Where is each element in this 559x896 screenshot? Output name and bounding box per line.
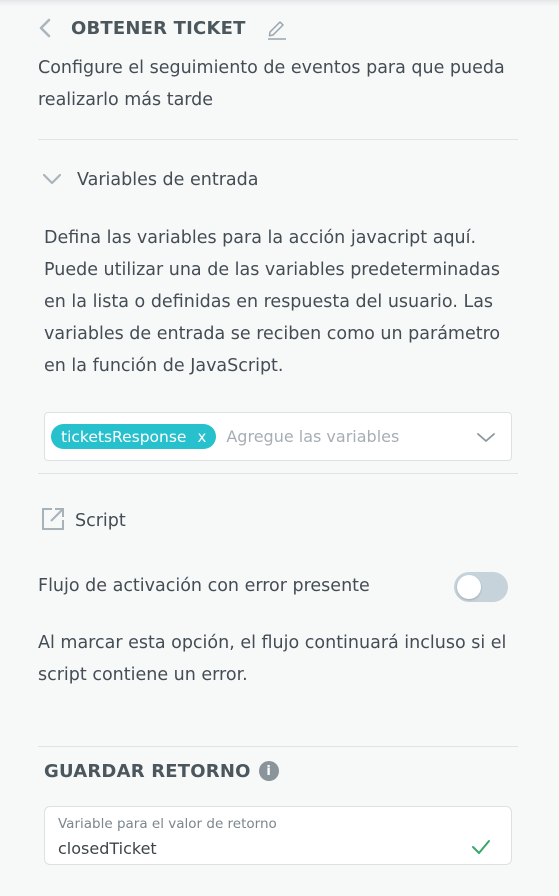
chevron-down-icon (42, 171, 62, 190)
back-arrow-icon[interactable] (38, 14, 60, 42)
external-link-icon (40, 506, 66, 536)
script-link[interactable]: Script (40, 508, 126, 534)
input-variables-description: Defina las variables para la acción java… (44, 228, 501, 376)
error-flow-toggle[interactable] (454, 572, 508, 602)
error-flow-note: Al marcar esta opción, el flujo continua… (38, 633, 507, 685)
variables-placeholder[interactable]: Agregue las variables (226, 427, 475, 446)
save-return-title: GUARDAR RETORNO (44, 760, 251, 782)
chip-label: ticketsResponse (61, 427, 187, 446)
page-description: Configure el seguimiento de eventos para… (38, 58, 505, 110)
input-variables-select[interactable]: ticketsResponse x Agregue las variables (44, 412, 512, 461)
error-flow-label: Flujo de activación con error presente (38, 576, 370, 596)
section-label: Variables de entrada (77, 170, 259, 190)
chevron-down-icon[interactable] (475, 426, 497, 448)
checkmark-icon (471, 838, 491, 856)
save-return-heading: GUARDAR RETORNO i (44, 757, 279, 785)
return-variable-value[interactable]: closedTicket (58, 839, 157, 858)
info-icon[interactable]: i (258, 761, 279, 781)
top-shadow (0, 0, 559, 6)
divider (38, 473, 518, 474)
page-header: OBTENER TICKET (38, 14, 288, 42)
chip-remove-button[interactable]: x (197, 428, 206, 446)
return-variable-field[interactable]: Variable para el valor de retorno closed… (44, 806, 512, 865)
toggle-knob (457, 575, 481, 599)
page-title: OBTENER TICKET (71, 17, 246, 39)
divider (38, 746, 518, 747)
script-label: Script (75, 511, 126, 531)
variable-chip: ticketsResponse x (51, 424, 217, 449)
pencil-icon[interactable] (266, 16, 288, 40)
divider (38, 139, 518, 140)
input-variables-toggle[interactable]: Variables de entrada (42, 166, 258, 194)
return-variable-label: Variable para el valor de retorno (58, 816, 277, 832)
